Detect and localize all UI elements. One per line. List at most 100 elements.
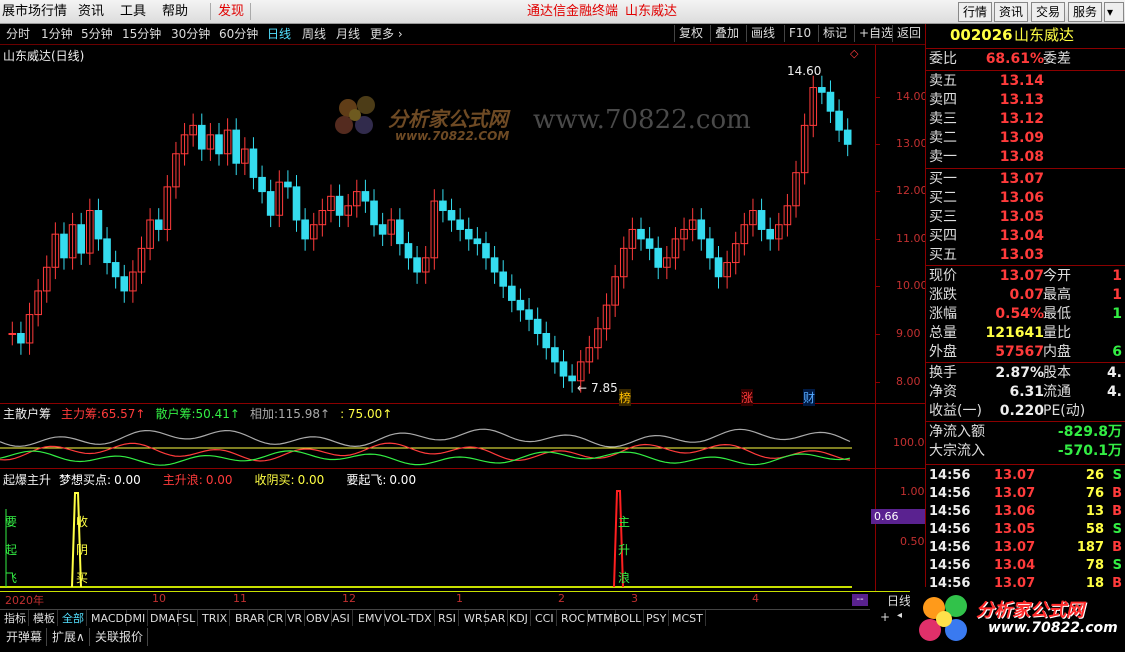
period-60min[interactable]: 60分钟 xyxy=(219,26,258,42)
bid-row-label: 买三 xyxy=(929,209,957,225)
tab-vol-tdx[interactable]: VOL-TDX xyxy=(382,610,435,627)
tick-price: 13.06 xyxy=(994,504,1036,519)
mark-button[interactable]: 标记 xyxy=(818,25,851,42)
tab-模板[interactable]: 模板 xyxy=(31,610,58,627)
tab-obv[interactable]: OBV xyxy=(304,610,333,627)
candle-body xyxy=(714,257,723,278)
ask-row-value: 13.09 xyxy=(999,130,1044,146)
candle-body xyxy=(559,361,568,377)
candle-body xyxy=(439,200,447,212)
period-5min[interactable]: 5分钟 xyxy=(81,26,113,42)
period-monthly[interactable]: 月线 xyxy=(336,26,360,42)
add-watchlist-button[interactable]: +自选 xyxy=(854,25,897,42)
f10-button[interactable]: F10 xyxy=(784,25,815,42)
stat-row-value: 57567 xyxy=(995,344,1044,360)
period-timeshare[interactable]: 分时 xyxy=(6,26,30,42)
draw-button[interactable]: 画线 xyxy=(746,25,779,42)
tab-fsl[interactable]: FSL xyxy=(174,610,199,627)
tab-kdj[interactable]: KDJ xyxy=(507,610,531,627)
indicator2-pane[interactable]: 起爆主升 梦想买点: 0.00 主升浪: 0.00 收阴买: 0.00 要起飞: 0.00 1.… xyxy=(0,469,928,593)
tab-指标[interactable]: 指标 xyxy=(2,610,29,627)
period-1min[interactable]: 1分钟 xyxy=(41,26,73,42)
candle-body xyxy=(111,262,120,278)
period-weekly[interactable]: 周线 xyxy=(302,26,326,42)
back-button[interactable]: 返回 xyxy=(892,25,925,42)
tab-rsi[interactable]: RSI xyxy=(436,610,459,627)
indicator-tabbar: 指标 模板 全部 MACD DMI DMA FSL TRIX BRAR CR VR OBV ASI EMV… xyxy=(0,609,870,627)
menu-market[interactable]: 展市场行情 xyxy=(2,0,67,23)
period-15min[interactable]: 15分钟 xyxy=(122,26,161,42)
stat2-row-value2: 4. xyxy=(1106,365,1122,381)
menu-discover[interactable]: 发现 xyxy=(218,0,244,23)
tab-sar[interactable]: SAR xyxy=(481,610,509,627)
x-axis-label: 3 xyxy=(631,592,638,605)
dropdown-icon[interactable]: ▾ xyxy=(1104,2,1124,22)
ask-row: 卖四 13.13 xyxy=(926,91,1125,110)
tab-全部[interactable]: 全部 xyxy=(60,610,87,627)
divider xyxy=(926,70,1125,71)
period-daily[interactable]: 日线 xyxy=(267,26,291,42)
period-30min[interactable]: 30分钟 xyxy=(171,26,210,42)
ask-row: 卖五 13.14 xyxy=(926,72,1125,91)
menu-tools[interactable]: 工具 xyxy=(120,0,146,23)
indicator1-lines[interactable] xyxy=(0,404,875,468)
candle-body xyxy=(533,318,542,334)
related-quote-button[interactable]: 关联报价 xyxy=(91,628,149,646)
stat-row-value: 0.54% xyxy=(995,306,1044,322)
x-axis: 2020年 10 11 12 1 2 3 4 -- 日线 xyxy=(0,592,925,608)
stat2-row-value: 6.31 xyxy=(1009,384,1044,400)
x-axis-label: 11 xyxy=(233,592,247,605)
logo: 分析家公式网 www.70822.com xyxy=(910,590,1125,652)
menu-help[interactable]: 帮助 xyxy=(162,0,188,23)
vertical-label-char: 浪 xyxy=(618,571,631,585)
menu-news[interactable]: 资讯 xyxy=(78,0,104,23)
overlay-button[interactable]: 叠加 xyxy=(710,25,743,42)
main-chart-pane[interactable]: 山东威达(日线) ◇ 14.00 13.00 12.00 11.00 10.00 9.00… xyxy=(0,45,928,406)
candle-body xyxy=(757,210,766,230)
tab-brar[interactable]: BRAR xyxy=(233,610,268,627)
x-axis-label: 2 xyxy=(558,592,565,605)
scroll-left-icon[interactable]: ◂ xyxy=(897,610,902,621)
tab-trix[interactable]: TRIX xyxy=(200,610,231,627)
add-icon[interactable]: + xyxy=(880,610,890,624)
indicator2-bars[interactable] xyxy=(0,469,875,591)
quote-panel: 002026 山东威达 委比 68.61% 委差 卖五 13.14 卖四 13.13 卖… xyxy=(925,24,1125,591)
y-tick-mark xyxy=(875,286,880,287)
tab-psy[interactable]: PSY xyxy=(644,610,670,627)
candle-body xyxy=(654,247,663,268)
zoom-out-button[interactable]: -- xyxy=(852,594,868,606)
tab-dmi[interactable]: DMI xyxy=(122,610,149,627)
flow-row: 净流入额 -829.8万 xyxy=(926,423,1125,442)
tab-asi[interactable]: ASI xyxy=(330,610,353,627)
ask-row-value: 13.12 xyxy=(999,111,1044,127)
quote-button[interactable]: 行情 xyxy=(958,2,993,22)
expand-button[interactable]: 扩展∧ xyxy=(48,628,90,646)
bid-row: 买二 13.06 xyxy=(926,189,1125,208)
tab-emv[interactable]: EMV xyxy=(356,610,385,627)
tab-cci[interactable]: CCI xyxy=(533,610,557,627)
tab-cr[interactable]: CR xyxy=(266,610,287,627)
stat2-row-value: 0.220 xyxy=(999,403,1044,419)
tab-boll[interactable]: BOLL xyxy=(611,610,645,627)
tab-mcst[interactable]: MCST xyxy=(670,610,706,627)
candle-body xyxy=(17,333,25,344)
indicator1-pane[interactable]: 主散户筹 主力筹:65.57↑ 散户筹:50.41↑ 相加:115.98↑: 75.0… xyxy=(0,404,925,469)
candle-body xyxy=(292,186,301,221)
tab-vr[interactable]: VR xyxy=(285,610,306,627)
ask-row-label: 卖二 xyxy=(929,130,957,146)
trade-button[interactable]: 交易 xyxy=(1031,2,1066,22)
period-indicator[interactable]: 日线 xyxy=(887,592,911,609)
indicator2-y-tick-2: 0.50 xyxy=(900,535,925,548)
flow-label: 大宗流入 xyxy=(929,443,985,459)
candlestick-chart[interactable] xyxy=(0,45,875,403)
divider xyxy=(926,362,1125,363)
adjust-button[interactable]: 复权 xyxy=(674,25,707,42)
danmaku-button[interactable]: 开弹幕 xyxy=(2,628,48,646)
tick-row: 14:56 13.06 13 B xyxy=(926,502,1125,521)
news-button[interactable]: 资讯 xyxy=(994,2,1029,22)
bid-row-label: 买四 xyxy=(929,228,957,244)
tab-roc[interactable]: ROC xyxy=(559,610,588,627)
stat-row-label: 总量 xyxy=(929,325,957,341)
service-button[interactable]: 服务 xyxy=(1068,2,1103,22)
period-more[interactable]: 更多 › xyxy=(370,26,403,42)
